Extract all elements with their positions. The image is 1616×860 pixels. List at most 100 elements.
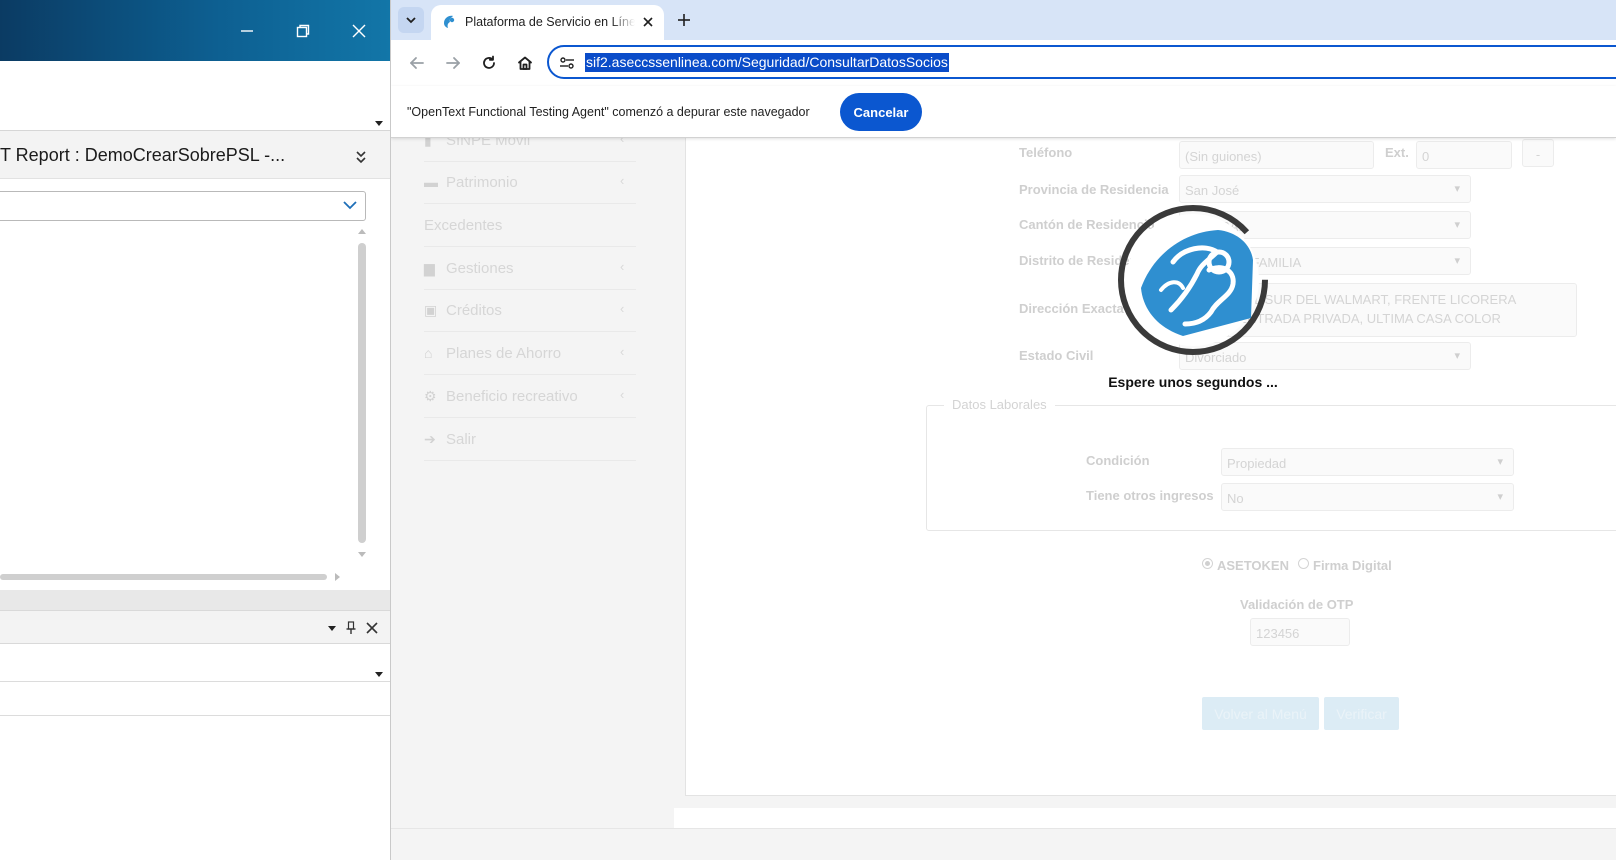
- secondary-pane-input[interactable]: [0, 682, 390, 716]
- scroll-up-arrow[interactable]: [358, 229, 366, 234]
- chevron-down-icon: [406, 16, 416, 23]
- pane-menu-button[interactable]: [328, 611, 336, 645]
- secondary-pane-header: [0, 610, 390, 645]
- cancel-button[interactable]: Cancelar: [840, 93, 922, 131]
- report-panel-header: T Report : DemoCrearSobrePSL -...: [0, 131, 390, 179]
- pin-icon: [346, 621, 356, 634]
- scroll-right-arrow[interactable]: [335, 573, 340, 581]
- verificar-button[interactable]: Verificar: [1324, 697, 1399, 730]
- pane-splitter[interactable]: [0, 590, 390, 610]
- vertical-scrollbar[interactable]: [355, 225, 369, 561]
- direccion-label: Dirección Exacta: [1019, 301, 1124, 316]
- close-window-button[interactable]: [344, 16, 374, 46]
- ide-title-bar: [0, 0, 390, 61]
- arrow-right-icon: [446, 57, 460, 69]
- chevron-left-icon: ‹: [620, 301, 625, 316]
- sign-out-icon: ➔: [424, 431, 436, 447]
- gear-icon: ⚙: [424, 388, 437, 404]
- sidebar-item-label: Gestiones: [446, 260, 514, 277]
- collapse-double-chevron-icon[interactable]: [355, 150, 367, 164]
- infobar-message: "OpenText Functional Testing Agent" come…: [407, 105, 810, 119]
- sidebar-item-patrimonio[interactable]: ▬ Patrimonio ‹: [424, 162, 636, 204]
- secondary-pane-dropdown[interactable]: [0, 644, 390, 682]
- home-button[interactable]: [513, 51, 537, 75]
- ext-input[interactable]: 0: [1416, 141, 1512, 169]
- tune-icon: [560, 57, 574, 69]
- report-content-area: [0, 221, 372, 585]
- caret-down-icon: [328, 625, 336, 631]
- sidebar-item-label: Planes de Ahorro: [446, 345, 562, 362]
- sidebar-item-label: Excedentes: [424, 217, 503, 234]
- ide-window: T Report : DemoCrearSobrePSL -...: [0, 0, 391, 860]
- loading-message: Espere unos segundos ...: [1108, 374, 1278, 390]
- id-card-icon: ▬: [424, 174, 438, 190]
- hscroll-thumb[interactable]: [0, 574, 327, 580]
- sidebar-item-label: Salir: [446, 431, 477, 448]
- estado-civil-label: Estado Civil: [1019, 348, 1094, 363]
- asetoken-label: ASETOKEN: [1217, 558, 1289, 573]
- caret-down-icon: [375, 672, 383, 677]
- scroll-down-arrow[interactable]: [358, 552, 366, 557]
- close-icon: [352, 24, 366, 38]
- chevron-left-icon: ‹: [620, 387, 625, 402]
- sidebar-item-planes-de-ahorro[interactable]: ⌂ Planes de Ahorro ‹: [424, 333, 636, 375]
- otp-label: Validación de OTP: [1240, 597, 1354, 612]
- datos-laborales-legend: Datos Laborales: [944, 397, 1055, 412]
- sidebar-item-label: Patrimonio: [446, 174, 518, 191]
- tab-search-button[interactable]: [398, 7, 424, 33]
- reload-button[interactable]: [477, 51, 501, 75]
- minimize-button[interactable]: [232, 16, 262, 46]
- web-page: ▮ SINPE Móvil ‹ ▬ Patrimonio ‹ Excedente…: [391, 131, 1616, 860]
- sidebar-item-gestiones[interactable]: ▆ Gestiones ‹: [424, 248, 636, 290]
- provincia-select[interactable]: San José: [1179, 175, 1471, 203]
- report-selector-dropdown[interactable]: [0, 191, 366, 221]
- page-sidebar: ▮ SINPE Móvil ‹ ▬ Patrimonio ‹ Excedente…: [391, 131, 674, 860]
- new-tab-button[interactable]: [672, 8, 696, 32]
- restore-button[interactable]: [288, 16, 318, 46]
- scroll-thumb[interactable]: [358, 243, 366, 543]
- otros-ingresos-select[interactable]: No: [1221, 483, 1514, 511]
- sidebar-item-label: Beneficio recreativo: [446, 388, 578, 405]
- bank-icon: ⌂: [424, 345, 433, 361]
- minimize-icon: [241, 30, 253, 32]
- telefono-input[interactable]: (Sin guiones): [1179, 141, 1374, 169]
- site-favicon-icon: [444, 15, 455, 28]
- toolbar-overflow-caret[interactable]: [375, 121, 383, 126]
- telefono-label: Teléfono: [1019, 145, 1073, 160]
- otp-input[interactable]: 123456: [1250, 618, 1350, 646]
- forward-button[interactable]: [441, 51, 465, 75]
- url-text[interactable]: sif2.aseccssenlinea.com/Seguridad/Consul…: [585, 53, 949, 72]
- restore-icon: [296, 24, 310, 38]
- sidebar-item-excedentes[interactable]: Excedentes: [424, 205, 636, 247]
- asetoken-radio[interactable]: [1202, 558, 1213, 569]
- debugging-infobar: "OpenText Functional Testing Agent" come…: [391, 86, 1616, 138]
- navigation-bar: sif2.aseccssenlinea.com/Seguridad/Consul…: [391, 40, 1616, 86]
- sidebar-item-creditos[interactable]: ▣ Créditos ‹: [424, 290, 636, 332]
- horizontal-scrollbar[interactable]: [0, 570, 345, 584]
- browser-tab-active[interactable]: Plataforma de Servicio en Línea: [431, 5, 664, 40]
- pane-close-button[interactable]: [366, 611, 378, 645]
- sidebar-item-beneficio-recreativo[interactable]: ⚙ Beneficio recreativo ‹: [424, 376, 636, 418]
- arrow-left-icon: [410, 57, 424, 69]
- briefcase-icon: ▆: [424, 260, 435, 276]
- firma-digital-label: Firma Digital: [1313, 558, 1392, 573]
- close-icon: [366, 622, 378, 634]
- firma-digital-radio[interactable]: [1298, 558, 1309, 569]
- tab-close-button[interactable]: [639, 13, 657, 31]
- otros-ingresos-label: Tiene otros ingresos: [1086, 488, 1214, 503]
- site-info-button[interactable]: [557, 53, 577, 73]
- remove-phone-button[interactable]: -: [1522, 139, 1554, 167]
- ext-label: Ext.: [1385, 145, 1409, 160]
- pin-button[interactable]: [345, 611, 357, 645]
- provincia-label: Provincia de Residencia: [1019, 182, 1169, 197]
- tab-title: Plataforma de Servicio en Línea: [465, 15, 635, 29]
- back-button[interactable]: [405, 51, 429, 75]
- chevron-left-icon: ‹: [620, 344, 625, 359]
- condicion-select[interactable]: Propiedad: [1221, 448, 1514, 476]
- tab-strip: Plataforma de Servicio en Línea: [391, 0, 1616, 40]
- address-bar[interactable]: sif2.aseccssenlinea.com/Seguridad/Consul…: [547, 45, 1616, 79]
- volver-menu-button[interactable]: Volver al Menú: [1202, 697, 1319, 730]
- plus-icon: [678, 14, 690, 26]
- sidebar-item-salir[interactable]: ➔ Salir: [424, 419, 636, 461]
- money-icon: ▣: [424, 302, 438, 318]
